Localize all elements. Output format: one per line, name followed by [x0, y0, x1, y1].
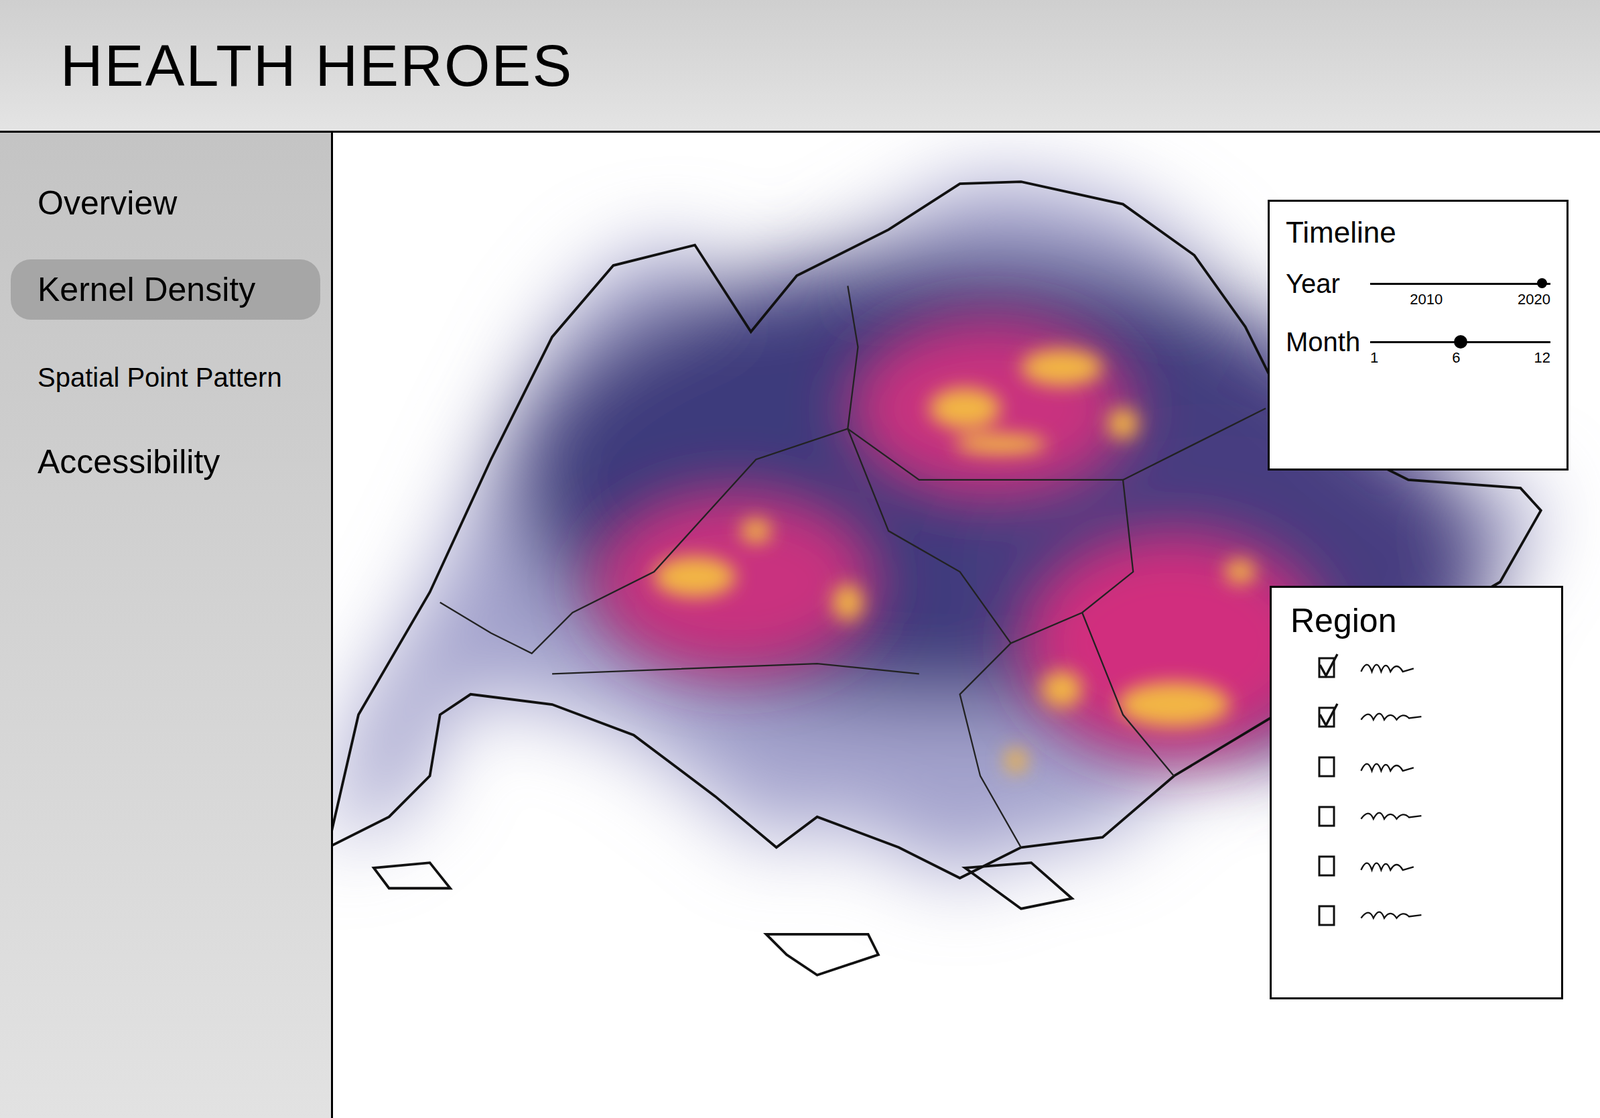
scribble-label-icon	[1350, 854, 1438, 875]
checkbox-icon[interactable]	[1317, 900, 1341, 928]
header: HEALTH HEROES	[0, 0, 1600, 133]
sidebar-item[interactable]: Overview	[10, 172, 321, 234]
scribble-label-icon	[1350, 655, 1438, 677]
app: HEALTH HEROES Overview Kernel Density Spati…	[0, 0, 1600, 1118]
scribble-label-icon	[1350, 705, 1438, 726]
checkbox-icon[interactable]	[1317, 652, 1341, 680]
checkbox-icon[interactable]	[1317, 801, 1341, 829]
slider-tick: 12	[1534, 348, 1551, 368]
slider-knob[interactable]	[1453, 335, 1468, 349]
timeline-slider[interactable]: Month 1 6 12	[1285, 324, 1551, 368]
region-option[interactable]	[1317, 801, 1543, 829]
slider-tick: 1	[1370, 348, 1379, 368]
timeline-slider[interactable]: Year 2010 2020	[1285, 266, 1551, 309]
region-option[interactable]	[1317, 702, 1543, 729]
slider-knob[interactable]	[1537, 278, 1548, 289]
timeline-title: Timeline	[1285, 213, 1551, 251]
region-option[interactable]	[1317, 900, 1543, 928]
region-title: Region	[1290, 599, 1543, 642]
scribble-label-icon	[1350, 755, 1438, 776]
sidebar-item[interactable]: Spatial Point Pattern	[10, 345, 321, 407]
region-option[interactable]	[1317, 652, 1543, 680]
region-option[interactable]	[1317, 751, 1543, 779]
slider-tick: 2010	[1409, 290, 1443, 309]
slider-track[interactable]	[1370, 341, 1551, 344]
scribble-label-icon	[1350, 804, 1438, 825]
slider-label: Month	[1285, 324, 1360, 359]
checkbox-icon[interactable]	[1317, 702, 1341, 729]
scribble-label-icon	[1350, 903, 1438, 924]
map-area: Timeline Year 2010 2020 Month 1 6 12 Region	[332, 132, 1600, 1118]
checkbox-icon[interactable]	[1317, 850, 1341, 878]
app-title: HEALTH HEROES	[60, 36, 573, 96]
slider-track[interactable]	[1370, 282, 1551, 285]
sidebar: Overview Kernel Density Spatial Point Patt…	[0, 132, 333, 1118]
region-panel: Region	[1269, 585, 1564, 999]
sidebar-item[interactable]: Kernel Density	[10, 259, 321, 321]
region-option[interactable]	[1317, 850, 1543, 878]
sidebar-item[interactable]: Accessibility	[10, 431, 321, 493]
slider-tick: 2020	[1517, 290, 1551, 309]
timeline-panel: Timeline Year 2010 2020 Month 1 6 12	[1267, 199, 1569, 471]
slider-tick: 6	[1451, 348, 1460, 368]
slider-label: Year	[1285, 266, 1360, 301]
checkbox-icon[interactable]	[1317, 751, 1341, 779]
